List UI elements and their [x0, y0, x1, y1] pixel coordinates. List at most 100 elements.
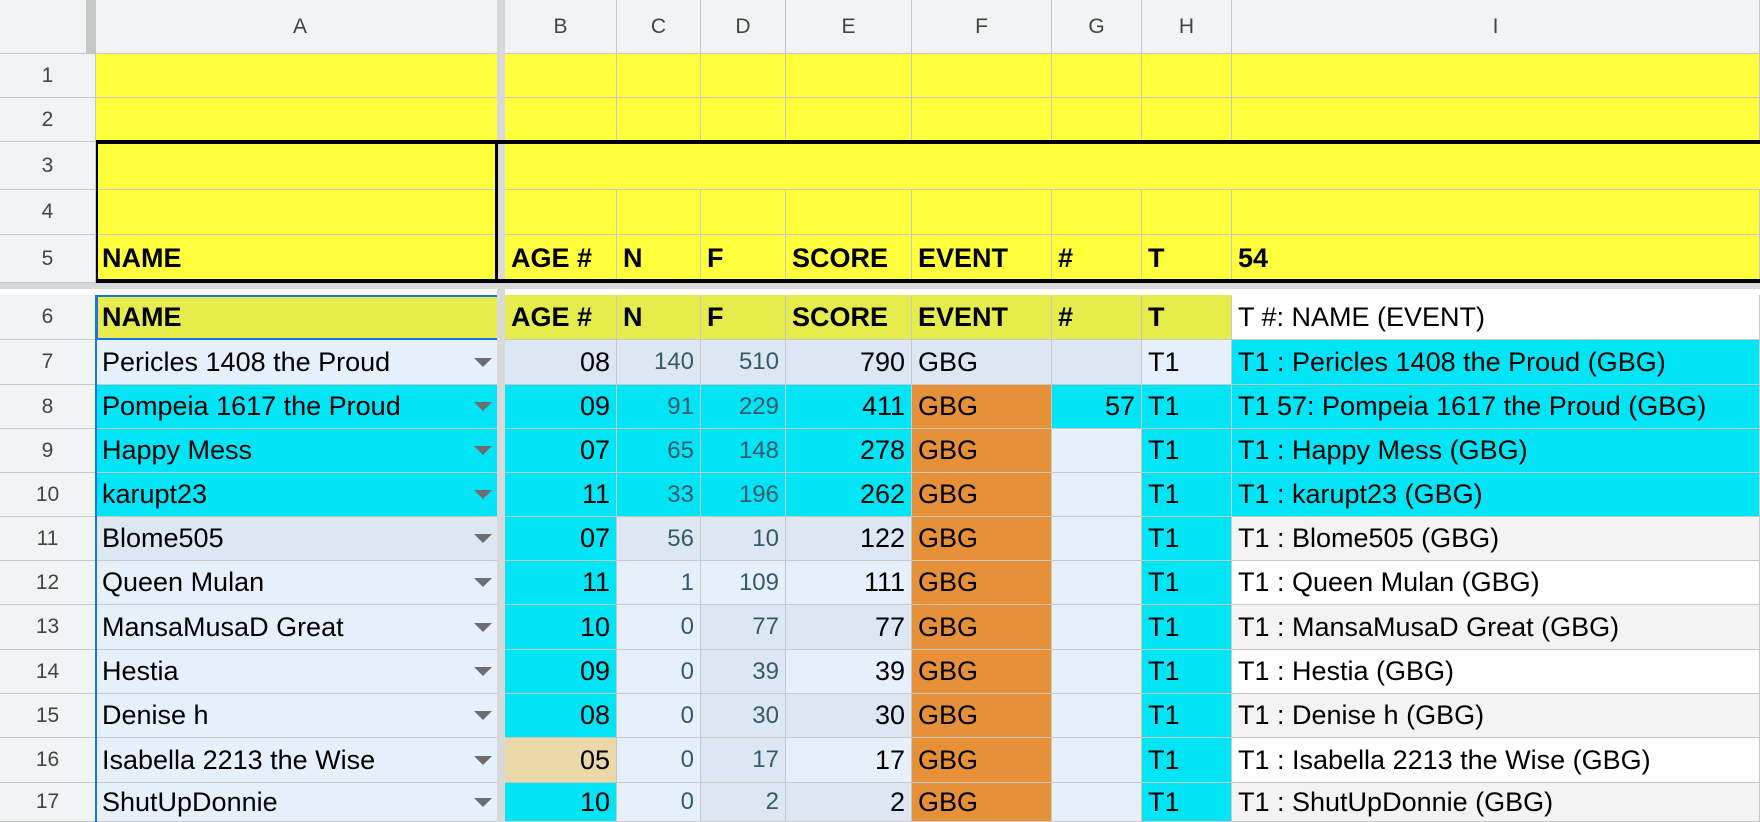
name-dropdown-cell[interactable]: ShutUpDonnie — [96, 783, 505, 822]
score-cell[interactable]: 111 — [786, 561, 912, 605]
t-cell[interactable]: T1 — [1142, 517, 1232, 561]
cell-a3[interactable] — [96, 142, 505, 190]
event-cell[interactable]: GBG — [912, 385, 1052, 429]
cell-d4[interactable] — [701, 190, 786, 235]
cell-i4[interactable] — [1232, 190, 1760, 235]
label-cell[interactable]: T1 : Pericles 1408 the Proud (GBG) — [1232, 340, 1760, 385]
score-cell[interactable]: 790 — [786, 340, 912, 385]
score-cell[interactable]: 122 — [786, 517, 912, 561]
n-cell[interactable]: 0 — [617, 738, 701, 783]
name-dropdown-cell[interactable]: Hestia — [96, 650, 505, 694]
cell-e1[interactable] — [786, 54, 912, 98]
chevron-down-icon[interactable] — [474, 711, 492, 720]
event-cell[interactable]: GBG — [912, 517, 1052, 561]
chevron-down-icon[interactable] — [474, 755, 492, 765]
f-cell[interactable]: 196 — [701, 473, 786, 517]
num-cell[interactable] — [1052, 561, 1142, 605]
age-cell[interactable]: 08 — [505, 694, 617, 738]
label-cell[interactable]: T1 : Blome505 (GBG) — [1232, 517, 1760, 561]
n-cell[interactable]: 140 — [617, 340, 701, 385]
row-header-17[interactable]: 17 — [0, 783, 96, 822]
cell-c2[interactable] — [617, 98, 701, 142]
cell-a2[interactable] — [96, 98, 505, 142]
row-header-11[interactable]: 11 — [0, 517, 96, 561]
cell-h2[interactable] — [1142, 98, 1232, 142]
column-header-f[interactable]: F — [912, 0, 1052, 54]
num-cell[interactable]: 57 — [1052, 385, 1142, 429]
num-cell[interactable] — [1052, 605, 1142, 650]
num-cell[interactable] — [1052, 429, 1142, 473]
column-header-g[interactable]: G — [1052, 0, 1142, 54]
header-event-row6[interactable]: EVENT — [912, 295, 1052, 340]
n-cell[interactable]: 56 — [617, 517, 701, 561]
chevron-down-icon[interactable] — [474, 402, 492, 411]
column-header-i[interactable]: I — [1232, 0, 1760, 54]
n-cell[interactable]: 0 — [617, 650, 701, 694]
column-header-e[interactable]: E — [786, 0, 912, 54]
name-dropdown-cell[interactable]: MansaMusaD Great — [96, 605, 505, 650]
cell-g4[interactable] — [1052, 190, 1142, 235]
row-header-6[interactable]: 6 — [0, 295, 96, 340]
cell-h4[interactable] — [1142, 190, 1232, 235]
row-header-5[interactable]: 5 — [0, 235, 96, 283]
header-t-row6[interactable]: T — [1142, 295, 1232, 340]
cell-f2[interactable] — [912, 98, 1052, 142]
column-freeze-divider[interactable] — [497, 0, 505, 822]
n-cell[interactable]: 33 — [617, 473, 701, 517]
num-cell[interactable] — [1052, 340, 1142, 385]
cell-d2[interactable] — [701, 98, 786, 142]
age-cell[interactable]: 09 — [505, 385, 617, 429]
score-cell[interactable]: 17 — [786, 738, 912, 783]
num-cell[interactable] — [1052, 738, 1142, 783]
t-cell[interactable]: T1 — [1142, 783, 1232, 822]
cell-b1[interactable] — [505, 54, 617, 98]
score-cell[interactable]: 77 — [786, 605, 912, 650]
f-cell[interactable]: 77 — [701, 605, 786, 650]
event-cell[interactable]: GBG — [912, 429, 1052, 473]
score-cell[interactable]: 30 — [786, 694, 912, 738]
f-cell[interactable]: 10 — [701, 517, 786, 561]
age-cell[interactable]: 10 — [505, 605, 617, 650]
header-i-row5[interactable]: 54 — [1232, 235, 1760, 283]
cell-a1[interactable] — [96, 54, 505, 98]
corner-freeze-handle[interactable] — [86, 0, 96, 54]
row-header-7[interactable]: 7 — [0, 340, 96, 385]
num-cell[interactable] — [1052, 473, 1142, 517]
header-name-row6[interactable]: NAME — [96, 295, 505, 340]
label-cell[interactable]: T1 57: Pompeia 1617 the Proud (GBG) — [1232, 385, 1760, 429]
column-header-d[interactable]: D — [701, 0, 786, 54]
cell-b4[interactable] — [505, 190, 617, 235]
column-header-b[interactable]: B — [505, 0, 617, 54]
label-cell[interactable]: T1 : Denise h (GBG) — [1232, 694, 1760, 738]
age-cell[interactable]: 07 — [505, 429, 617, 473]
t-cell[interactable]: T1 — [1142, 340, 1232, 385]
row-header-16[interactable]: 16 — [0, 738, 96, 783]
header-i-row6[interactable]: T #: NAME (EVENT) — [1232, 295, 1760, 340]
num-cell[interactable] — [1052, 783, 1142, 822]
t-cell[interactable]: T1 — [1142, 429, 1232, 473]
chevron-down-icon[interactable] — [474, 667, 492, 676]
age-cell[interactable]: 07 — [505, 517, 617, 561]
t-cell[interactable]: T1 — [1142, 561, 1232, 605]
n-cell[interactable]: 0 — [617, 605, 701, 650]
row-header-2[interactable]: 2 — [0, 98, 96, 142]
cell-h1[interactable] — [1142, 54, 1232, 98]
name-dropdown-cell[interactable]: Happy Mess — [96, 429, 505, 473]
n-cell[interactable]: 0 — [617, 783, 701, 822]
chevron-down-icon[interactable] — [474, 797, 492, 807]
score-cell[interactable]: 2 — [786, 783, 912, 822]
header-f-row6[interactable]: F — [701, 295, 786, 340]
cell-e2[interactable] — [786, 98, 912, 142]
event-cell[interactable]: GBG — [912, 561, 1052, 605]
name-dropdown-cell[interactable]: Isabella 2213 the Wise — [96, 738, 505, 783]
row-header-12[interactable]: 12 — [0, 561, 96, 605]
row-header-3[interactable]: 3 — [0, 142, 96, 190]
header-n-row6[interactable]: N — [617, 295, 701, 340]
row-header-10[interactable]: 10 — [0, 473, 96, 517]
score-cell[interactable]: 278 — [786, 429, 912, 473]
cell-g2[interactable] — [1052, 98, 1142, 142]
label-cell[interactable]: T1 : Queen Mulan (GBG) — [1232, 561, 1760, 605]
cell-d1[interactable] — [701, 54, 786, 98]
cell-f4[interactable] — [912, 190, 1052, 235]
name-dropdown-cell[interactable]: Pericles 1408 the Proud — [96, 340, 505, 385]
